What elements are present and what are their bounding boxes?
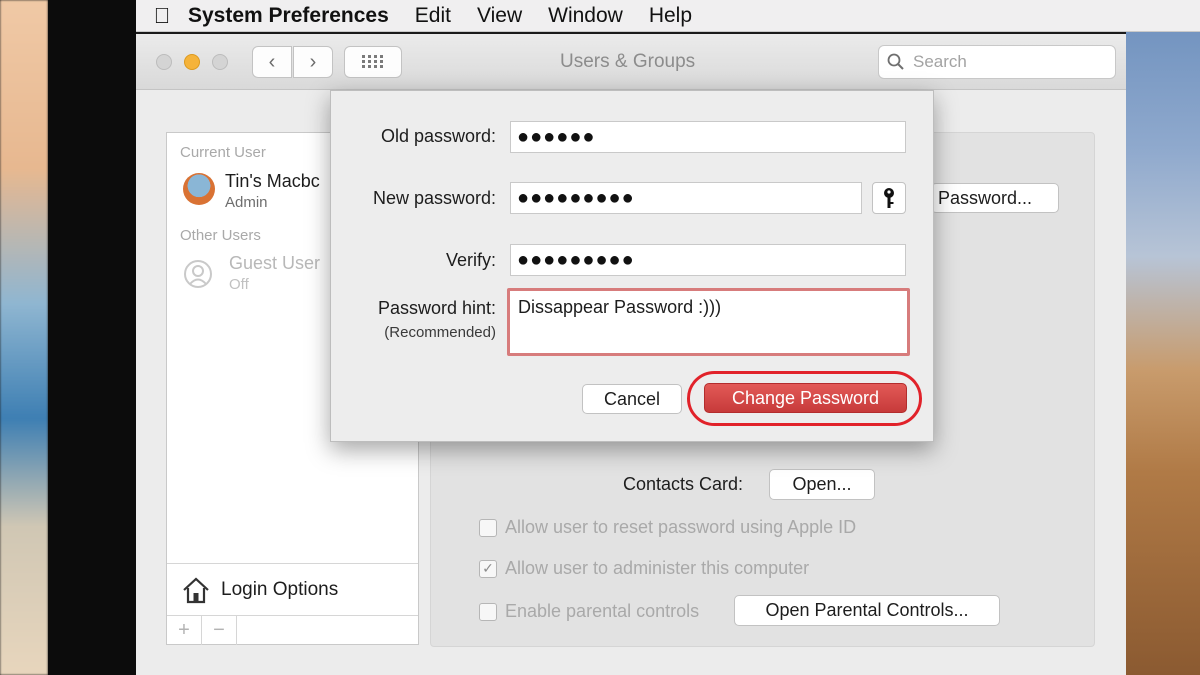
grid-icon <box>362 55 383 68</box>
verify-label: Verify: <box>445 250 496 270</box>
search-placeholder: Search <box>913 52 967 71</box>
window-title: Users & Groups <box>560 51 696 72</box>
minimize-window-button[interactable] <box>184 54 200 70</box>
old-password-label: Old password: <box>380 126 496 146</box>
apple-menu-icon[interactable]:  <box>136 3 188 29</box>
parental-controls-label: Enable parental controls <box>505 601 700 621</box>
add-user-button[interactable]: + <box>167 616 202 645</box>
key-icon <box>884 188 894 208</box>
back-button[interactable]: ‹ <box>252 46 292 78</box>
password-assistant-button[interactable] <box>872 182 906 214</box>
sidebar-footer: + − <box>167 615 418 645</box>
chevron-right-icon: › <box>309 50 317 73</box>
password-hint-sublabel: (Recommended) <box>384 324 496 341</box>
title-bar: ‹ › Users & Groups Search <box>136 34 1126 90</box>
search-icon <box>887 53 904 70</box>
desktop-wallpaper-left <box>0 0 48 675</box>
administer-label: Allow user to administer this computer <box>505 558 810 578</box>
screen-bezel <box>48 0 136 675</box>
change-password-sheet: Old password: ●●●●●● New password: ●●●●●… <box>330 90 934 442</box>
change-password-button[interactable]: Password... <box>931 183 1059 213</box>
parental-controls-checkbox[interactable] <box>479 602 497 621</box>
reset-apple-id-label: Allow user to reset password using Apple… <box>505 517 857 537</box>
current-user-header: Current User <box>180 144 266 161</box>
remove-user-button[interactable]: − <box>202 616 237 645</box>
contacts-open-button[interactable]: Open... <box>769 469 875 500</box>
forward-button[interactable]: › <box>293 46 333 78</box>
menu-edit[interactable]: Edit <box>415 4 451 28</box>
parental-controls-option[interactable]: Enable parental controls <box>479 601 699 622</box>
current-user-role: Admin <box>225 194 268 211</box>
search-field[interactable]: Search <box>878 45 1116 79</box>
login-options-item[interactable]: Login Options <box>167 563 418 615</box>
reset-apple-id-option[interactable]: Allow user to reset password using Apple… <box>479 517 856 538</box>
highlight-ring: Change Password <box>687 371 922 426</box>
cancel-button[interactable]: Cancel <box>582 384 682 414</box>
menu-bar:  System Preferences Edit View Window He… <box>136 0 1200 32</box>
guest-avatar-icon <box>184 260 212 288</box>
contacts-card-label: Contacts Card: <box>623 474 744 494</box>
menu-view[interactable]: View <box>477 4 522 28</box>
login-options-label: Login Options <box>221 578 339 600</box>
house-icon <box>183 577 209 603</box>
current-user-name[interactable]: Tin's Macbc <box>225 171 320 192</box>
administer-option[interactable]: ✓ Allow user to administer this computer <box>479 558 809 579</box>
close-window-button[interactable] <box>156 54 172 70</box>
menu-help[interactable]: Help <box>649 4 692 28</box>
menu-window[interactable]: Window <box>548 4 623 28</box>
reset-apple-id-checkbox[interactable] <box>479 518 497 537</box>
password-hint-field[interactable]: Dissappear Password :))) <box>507 288 910 356</box>
new-password-field[interactable]: ●●●●●●●●● <box>510 182 862 214</box>
guest-user-name[interactable]: Guest User <box>229 253 320 274</box>
password-hint-label: Password hint: <box>377 298 496 318</box>
other-users-header: Other Users <box>180 227 261 244</box>
menu-app-name[interactable]: System Preferences <box>188 4 389 28</box>
zoom-window-button[interactable] <box>212 54 228 70</box>
open-parental-controls-button[interactable]: Open Parental Controls... <box>734 595 1000 626</box>
verify-password-field[interactable]: ●●●●●●●●● <box>510 244 906 276</box>
user-avatar <box>183 173 215 205</box>
change-password-confirm-button[interactable]: Change Password <box>704 383 907 413</box>
new-password-label: New password: <box>372 188 496 208</box>
desktop-wallpaper-right <box>1126 0 1200 675</box>
show-all-button[interactable] <box>344 46 402 78</box>
guest-user-status: Off <box>229 276 249 293</box>
old-password-field[interactable]: ●●●●●● <box>510 121 906 153</box>
chevron-left-icon: ‹ <box>268 50 276 73</box>
administer-checkbox[interactable]: ✓ <box>479 559 497 578</box>
